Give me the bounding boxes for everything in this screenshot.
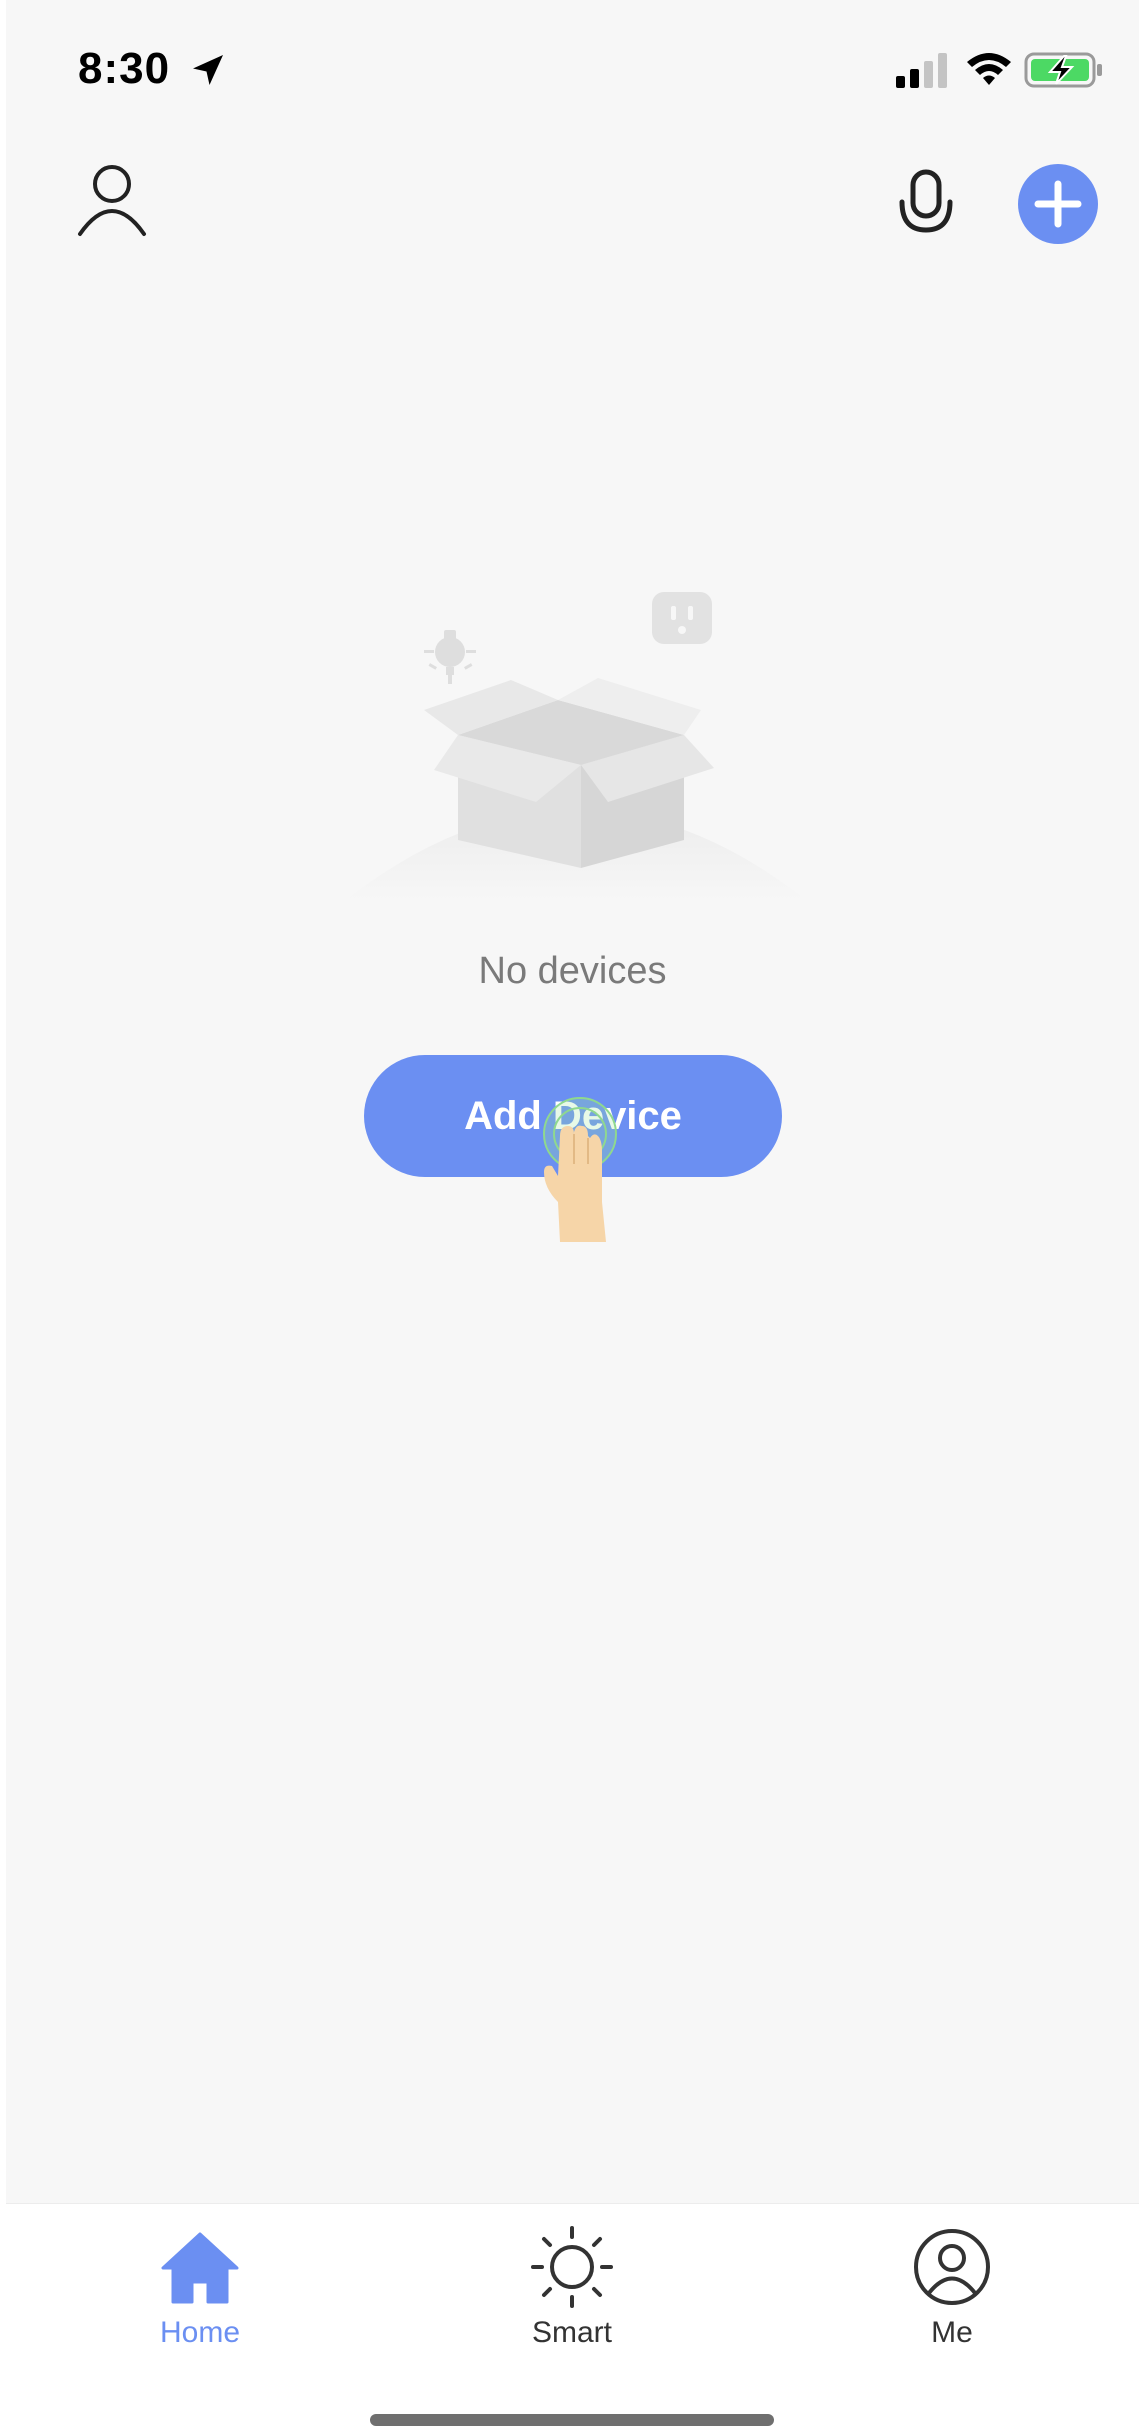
profile-icon[interactable] — [76, 160, 148, 240]
home-icon — [161, 2232, 239, 2304]
sun-icon — [531, 2226, 613, 2308]
status-time: 8:30 — [78, 44, 171, 93]
tab-me-label: Me — [931, 2316, 973, 2349]
tab-me[interactable]: Me — [852, 2224, 1052, 2364]
tab-smart-label: Smart — [531, 2316, 612, 2349]
empty-box-illustration — [346, 592, 806, 900]
add-device-button[interactable]: Add Device — [364, 1055, 782, 1177]
wifi-icon — [967, 53, 1011, 85]
microphone-icon[interactable] — [894, 168, 958, 240]
tab-home[interactable]: Home — [100, 2224, 300, 2364]
home-indicator[interactable] — [370, 2414, 774, 2426]
plus-icon — [1034, 180, 1082, 228]
empty-state-message: No devices — [478, 950, 667, 992]
location-arrow-icon — [193, 55, 223, 85]
tab-home-label: Home — [159, 2316, 241, 2349]
user-circle-icon — [914, 2229, 990, 2305]
cellular-signal-icon — [896, 53, 947, 88]
tab-smart[interactable]: Smart — [472, 2224, 672, 2364]
app-screen: 8:30 No devices Add Device Home Smart Me — [6, 0, 1139, 2429]
bottom-tab-bar: Home Smart Me — [6, 2203, 1139, 2429]
add-button[interactable] — [1018, 164, 1098, 244]
battery-charging-icon — [1024, 52, 1102, 88]
